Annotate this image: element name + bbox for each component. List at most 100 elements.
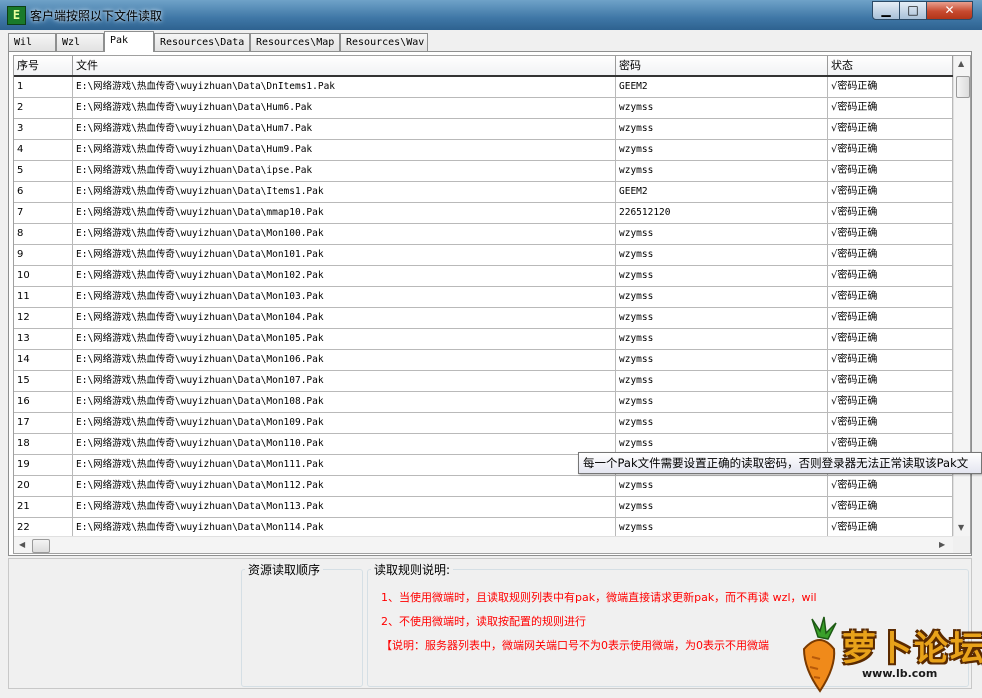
- cell-password[interactable]: wzymss: [616, 434, 828, 454]
- cell-password[interactable]: GEEM2: [616, 77, 828, 97]
- table-row[interactable]: 17 E:\网络游戏\热血传奇\wuyizhuan\Data\Mon109.Pak…: [14, 413, 953, 434]
- cell-status[interactable]: √密码正确: [828, 497, 953, 517]
- column-header-file[interactable]: 文件: [73, 56, 616, 75]
- cell-password[interactable]: wzymss: [616, 98, 828, 118]
- cell-status[interactable]: √密码正确: [828, 308, 953, 328]
- cell-index[interactable]: 11: [14, 287, 73, 307]
- cell-password[interactable]: wzymss: [616, 308, 828, 328]
- cell-file[interactable]: E:\网络游戏\热血传奇\wuyizhuan\Data\Mon105.Pak: [73, 329, 616, 349]
- cell-index[interactable]: 13: [14, 329, 73, 349]
- cell-status[interactable]: √密码正确: [828, 98, 953, 118]
- scroll-right-icon[interactable]: ▶: [939, 540, 945, 549]
- tab-resources-wav[interactable]: Resources\Wav: [340, 33, 428, 51]
- table-row[interactable]: 16 E:\网络游戏\热血传奇\wuyizhuan\Data\Mon108.Pak…: [14, 392, 953, 413]
- cell-status[interactable]: √密码正确: [828, 350, 953, 370]
- table-row[interactable]: 13 E:\网络游戏\热血传奇\wuyizhuan\Data\Mon105.Pak…: [14, 329, 953, 350]
- cell-file[interactable]: E:\网络游戏\热血传奇\wuyizhuan\Data\Mon110.Pak: [73, 434, 616, 454]
- column-header-index[interactable]: 序号: [14, 56, 73, 75]
- tab-resources-data[interactable]: Resources\Data: [154, 33, 250, 51]
- cell-status[interactable]: √密码正确: [828, 224, 953, 244]
- column-header-password[interactable]: 密码: [616, 56, 828, 75]
- cell-file[interactable]: E:\网络游戏\热血传奇\wuyizhuan\Data\Mon102.Pak: [73, 266, 616, 286]
- cell-index[interactable]: 18: [14, 434, 73, 454]
- cell-status[interactable]: √密码正确: [828, 140, 953, 160]
- cell-file[interactable]: E:\网络游戏\热血传奇\wuyizhuan\Data\Mon106.Pak: [73, 350, 616, 370]
- cell-password[interactable]: wzymss: [616, 329, 828, 349]
- cell-status[interactable]: √密码正确: [828, 371, 953, 391]
- cell-index[interactable]: 3: [14, 119, 73, 139]
- cell-password[interactable]: wzymss: [616, 224, 828, 244]
- cell-index[interactable]: 17: [14, 413, 73, 433]
- cell-index[interactable]: 14: [14, 350, 73, 370]
- cell-password[interactable]: wzymss: [616, 245, 828, 265]
- cell-index[interactable]: 21: [14, 497, 73, 517]
- cell-password[interactable]: wzymss: [616, 350, 828, 370]
- cell-index[interactable]: 2: [14, 98, 73, 118]
- table-row[interactable]: 20 E:\网络游戏\热血传奇\wuyizhuan\Data\Mon112.Pak…: [14, 476, 953, 497]
- cell-password[interactable]: wzymss: [616, 518, 828, 538]
- cell-password[interactable]: wzymss: [616, 392, 828, 412]
- cell-password[interactable]: wzymss: [616, 287, 828, 307]
- table-row[interactable]: 4 E:\网络游戏\热血传奇\wuyizhuan\Data\Hum9.Pak wzy…: [14, 140, 953, 161]
- tab-pak[interactable]: Pak: [104, 31, 154, 52]
- cell-index[interactable]: 6: [14, 182, 73, 202]
- cell-file[interactable]: E:\网络游戏\热血传奇\wuyizhuan\Data\Mon112.Pak: [73, 476, 616, 496]
- cell-status[interactable]: √密码正确: [828, 329, 953, 349]
- cell-index[interactable]: 7: [14, 203, 73, 223]
- table-row[interactable]: 11 E:\网络游戏\热血传奇\wuyizhuan\Data\Mon103.Pak…: [14, 287, 953, 308]
- cell-status[interactable]: √密码正确: [828, 182, 953, 202]
- cell-file[interactable]: E:\网络游戏\热血传奇\wuyizhuan\Data\Hum9.Pak: [73, 140, 616, 160]
- cell-file[interactable]: E:\网络游戏\热血传奇\wuyizhuan\Data\Mon111.Pak: [73, 455, 616, 475]
- table-row[interactable]: 6 E:\网络游戏\热血传奇\wuyizhuan\Data\Items1.Pak G…: [14, 182, 953, 203]
- cell-password[interactable]: wzymss: [616, 161, 828, 181]
- cell-file[interactable]: E:\网络游戏\热血传奇\wuyizhuan\Data\Mon107.Pak: [73, 371, 616, 391]
- table-row[interactable]: 2 E:\网络游戏\热血传奇\wuyizhuan\Data\Hum6.Pak wzy…: [14, 98, 953, 119]
- cell-file[interactable]: E:\网络游戏\热血传奇\wuyizhuan\Data\Mon103.Pak: [73, 287, 616, 307]
- cell-file[interactable]: E:\网络游戏\热血传奇\wuyizhuan\Data\Mon108.Pak: [73, 392, 616, 412]
- close-button[interactable]: ✕: [926, 1, 973, 20]
- cell-file[interactable]: E:\网络游戏\热血传奇\wuyizhuan\Data\DnItems1.Pak: [73, 77, 616, 97]
- cell-index[interactable]: 1: [14, 77, 73, 97]
- cell-file[interactable]: E:\网络游戏\热血传奇\wuyizhuan\Data\Mon101.Pak: [73, 245, 616, 265]
- horizontal-scroll-thumb[interactable]: [32, 539, 50, 553]
- cell-file[interactable]: E:\网络游戏\热血传奇\wuyizhuan\Data\Mon100.Pak: [73, 224, 616, 244]
- cell-index[interactable]: 9: [14, 245, 73, 265]
- cell-status[interactable]: √密码正确: [828, 476, 953, 496]
- table-row[interactable]: 10 E:\网络游戏\热血传奇\wuyizhuan\Data\Mon102.Pak…: [14, 266, 953, 287]
- cell-status[interactable]: √密码正确: [828, 161, 953, 181]
- cell-index[interactable]: 20: [14, 476, 73, 496]
- cell-file[interactable]: E:\网络游戏\热血传奇\wuyizhuan\Data\Hum6.Pak: [73, 98, 616, 118]
- table-row[interactable]: 14 E:\网络游戏\热血传奇\wuyizhuan\Data\Mon106.Pak…: [14, 350, 953, 371]
- cell-file[interactable]: E:\网络游戏\热血传奇\wuyizhuan\Data\Items1.Pak: [73, 182, 616, 202]
- cell-password[interactable]: wzymss: [616, 371, 828, 391]
- tab-wzl[interactable]: Wzl: [56, 33, 104, 51]
- scroll-left-icon[interactable]: ◀: [19, 540, 25, 549]
- cell-index[interactable]: 4: [14, 140, 73, 160]
- cell-password[interactable]: wzymss: [616, 476, 828, 496]
- tab-wil[interactable]: Wil: [8, 33, 56, 51]
- table-row[interactable]: 9 E:\网络游戏\热血传奇\wuyizhuan\Data\Mon101.Pak w…: [14, 245, 953, 266]
- table-row[interactable]: 1 E:\网络游戏\热血传奇\wuyizhuan\Data\DnItems1.Pa…: [14, 77, 953, 98]
- horizontal-scrollbar[interactable]: ◀ ▶: [14, 536, 953, 553]
- cell-file[interactable]: E:\网络游戏\热血传奇\wuyizhuan\Data\Mon109.Pak: [73, 413, 616, 433]
- table-row[interactable]: 8 E:\网络游戏\热血传奇\wuyizhuan\Data\Mon100.Pak w…: [14, 224, 953, 245]
- maximize-button[interactable]: □: [899, 1, 927, 20]
- cell-status[interactable]: √密码正确: [828, 77, 953, 97]
- table-row[interactable]: 3 E:\网络游戏\热血传奇\wuyizhuan\Data\Hum7.Pak wzy…: [14, 119, 953, 140]
- cell-status[interactable]: √密码正确: [828, 392, 953, 412]
- cell-file[interactable]: E:\网络游戏\热血传奇\wuyizhuan\Data\Mon114.Pak: [73, 518, 616, 538]
- cell-password[interactable]: wzymss: [616, 140, 828, 160]
- tab-resources-map[interactable]: Resources\Map: [250, 33, 340, 51]
- cell-password[interactable]: 226512120: [616, 203, 828, 223]
- cell-status[interactable]: √密码正确: [828, 287, 953, 307]
- cell-file[interactable]: E:\网络游戏\热血传奇\wuyizhuan\Data\mmap10.Pak: [73, 203, 616, 223]
- cell-index[interactable]: 5: [14, 161, 73, 181]
- cell-index[interactable]: 10: [14, 266, 73, 286]
- cell-password[interactable]: GEEM2: [616, 182, 828, 202]
- cell-file[interactable]: E:\网络游戏\热血传奇\wuyizhuan\Data\Mon113.Pak: [73, 497, 616, 517]
- cell-status[interactable]: √密码正确: [828, 245, 953, 265]
- cell-index[interactable]: 22: [14, 518, 73, 538]
- cell-file[interactable]: E:\网络游戏\热血传奇\wuyizhuan\Data\ipse.Pak: [73, 161, 616, 181]
- table-row[interactable]: 15 E:\网络游戏\热血传奇\wuyizhuan\Data\Mon107.Pak…: [14, 371, 953, 392]
- cell-status[interactable]: √密码正确: [828, 203, 953, 223]
